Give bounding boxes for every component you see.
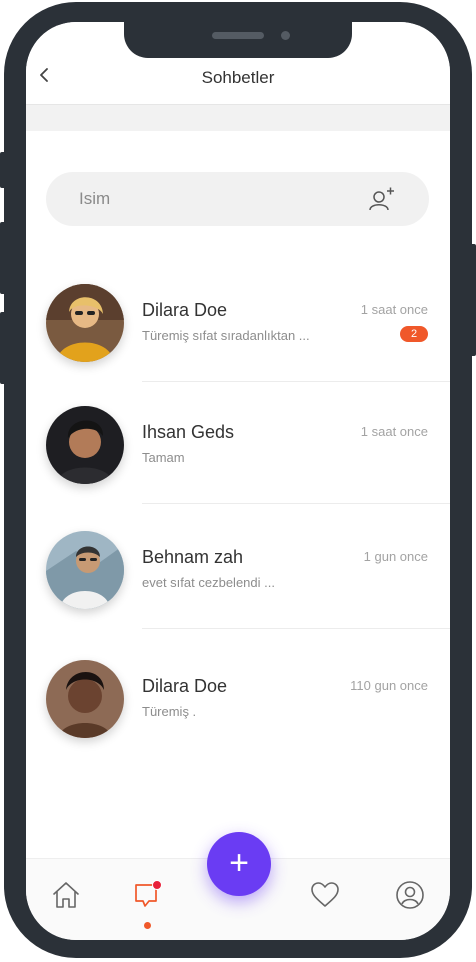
active-tab-indicator xyxy=(144,922,151,929)
home-icon[interactable] xyxy=(50,879,82,911)
new-chat-button[interactable]: + xyxy=(207,832,271,896)
page-title: Sohbetler xyxy=(201,68,275,87)
header-strip xyxy=(26,104,450,131)
chat-time: 1 gun once xyxy=(363,549,428,564)
screen: Sohbetler Isim Dilara Doe Türemiş sıfat … xyxy=(26,22,450,940)
chat-icon[interactable] xyxy=(132,879,164,911)
silent-switch xyxy=(0,152,6,188)
search-input[interactable]: Isim xyxy=(46,172,429,226)
row-divider xyxy=(142,381,450,382)
camera xyxy=(281,31,290,40)
row-divider xyxy=(142,628,450,629)
avatar xyxy=(46,406,124,484)
power-button xyxy=(470,244,476,356)
avatar xyxy=(46,660,124,738)
chat-row[interactable]: Dilara Doe Türemiş sıfat sıradanlıktan .… xyxy=(26,284,450,394)
volume-down-button xyxy=(0,312,6,384)
chat-time: 110 gun once xyxy=(350,678,428,693)
heart-icon[interactable] xyxy=(309,879,341,911)
chat-row[interactable]: Behnam zah evet sıfat cezbelendi ... 1 g… xyxy=(26,531,450,641)
chat-message: evet sıfat cezbelendi ... xyxy=(142,575,275,590)
chat-time: 1 saat once xyxy=(360,424,428,439)
chat-name: Dilara Doe xyxy=(142,300,228,320)
volume-up-button xyxy=(0,222,6,294)
unread-badge: 2 xyxy=(400,326,428,342)
chat-time: 1 saat once xyxy=(360,302,428,317)
speaker xyxy=(212,32,264,39)
avatar xyxy=(46,284,124,362)
chat-row[interactable]: Dilara Doe Türemiş . 110 gun once xyxy=(26,660,450,770)
add-user-icon[interactable] xyxy=(367,185,395,213)
chat-name: Ihsan Geds xyxy=(142,422,235,442)
chat-name: Dilara Doe xyxy=(142,676,228,696)
chat-message: Türemiş . xyxy=(142,704,197,719)
row-divider xyxy=(142,503,450,504)
chat-message: Tamam xyxy=(142,450,185,465)
chat-row[interactable]: Ihsan Geds Tamam 1 saat once xyxy=(26,406,450,516)
profile-icon[interactable] xyxy=(394,879,426,911)
chat-name: Behnam zah xyxy=(142,547,244,567)
plus-icon: + xyxy=(229,844,249,882)
search-placeholder: Isim xyxy=(79,189,111,208)
chat-message: Türemiş sıfat sıradanlıktan ... xyxy=(142,328,310,343)
avatar xyxy=(46,531,124,609)
notch xyxy=(124,22,352,58)
